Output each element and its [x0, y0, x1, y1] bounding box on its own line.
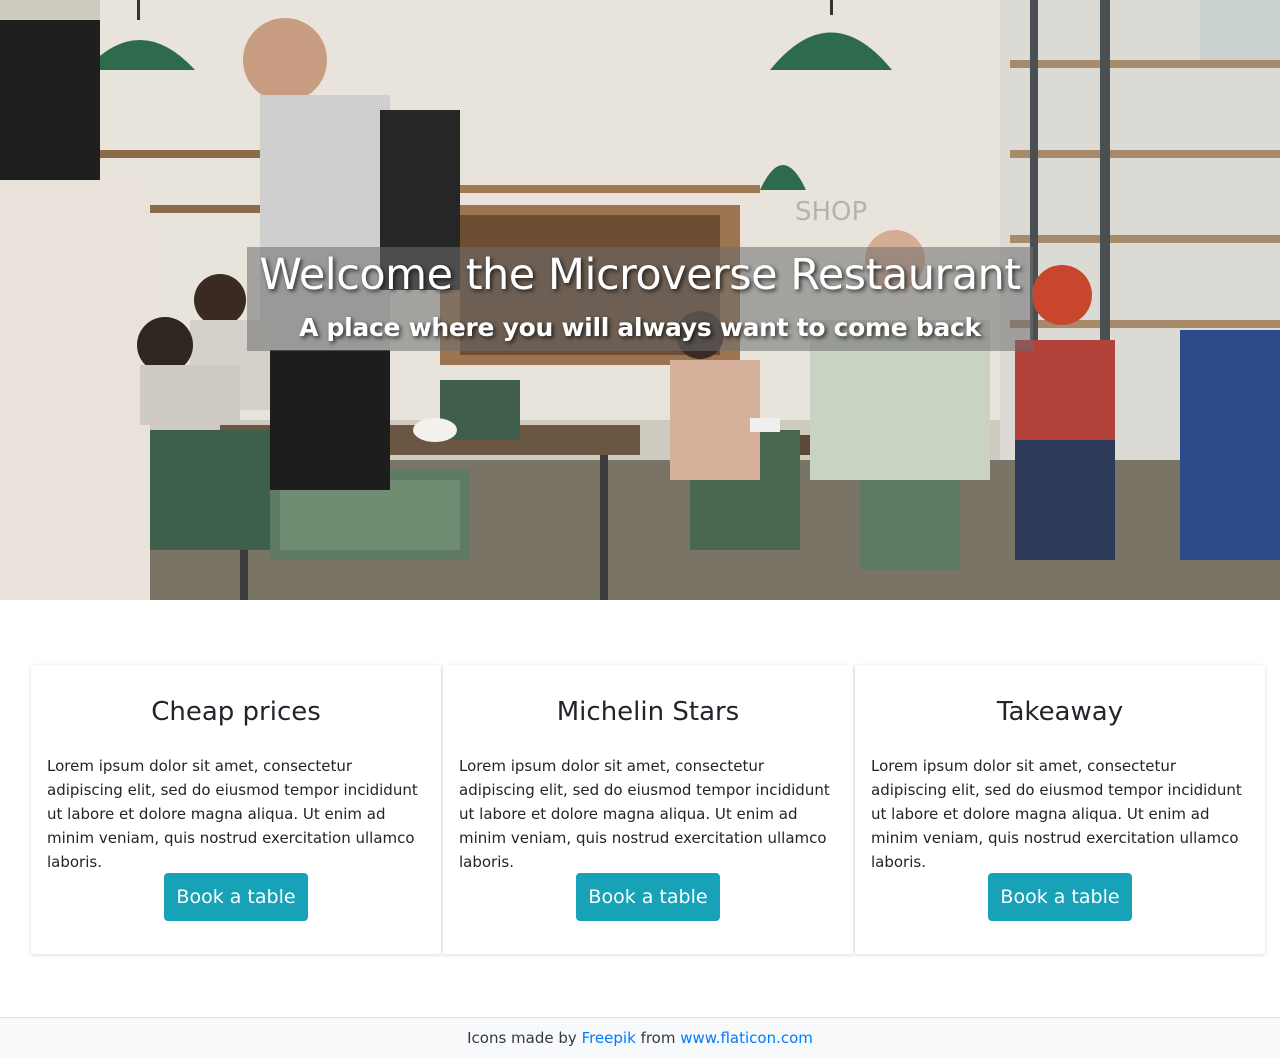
svg-text:SHOP: SHOP	[795, 197, 867, 227]
footer-prefix: Icons made by	[467, 1029, 577, 1047]
hero-title: Welcome the Microverse Restaurant	[259, 250, 1021, 300]
footer: Icons made by Freepik from www.flaticon.…	[0, 1017, 1280, 1057]
feature-card-takeaway: Takeaway Lorem ipsum dolor sit amet, con…	[855, 665, 1265, 954]
hero-banner: SHOP Welcome the Microverse Restaurant A…	[0, 0, 1280, 600]
hero-subtitle: A place where you will always want to co…	[299, 313, 981, 342]
book-table-button[interactable]: Book a table	[988, 873, 1132, 921]
card-title: Cheap prices	[151, 697, 321, 727]
book-table-button[interactable]: Book a table	[576, 873, 720, 921]
features-section: Cheap prices Lorem ipsum dolor sit amet,…	[31, 665, 1265, 954]
card-text: Lorem ipsum dolor sit amet, consectetur …	[47, 757, 418, 871]
feature-card-cheap-prices: Cheap prices Lorem ipsum dolor sit amet,…	[31, 665, 441, 954]
card-title: Takeaway	[996, 697, 1124, 727]
footer-middle: from	[640, 1029, 676, 1047]
flaticon-link[interactable]: www.flaticon.com	[680, 1029, 813, 1047]
card-text: Lorem ipsum dolor sit amet, consectetur …	[871, 757, 1242, 871]
feature-card-michelin-stars: Michelin Stars Lorem ipsum dolor sit ame…	[443, 665, 853, 954]
freepik-link[interactable]: Freepik	[582, 1029, 636, 1047]
card-text: Lorem ipsum dolor sit amet, consectetur …	[459, 757, 830, 871]
card-title: Michelin Stars	[556, 697, 740, 727]
book-table-button[interactable]: Book a table	[164, 873, 308, 921]
